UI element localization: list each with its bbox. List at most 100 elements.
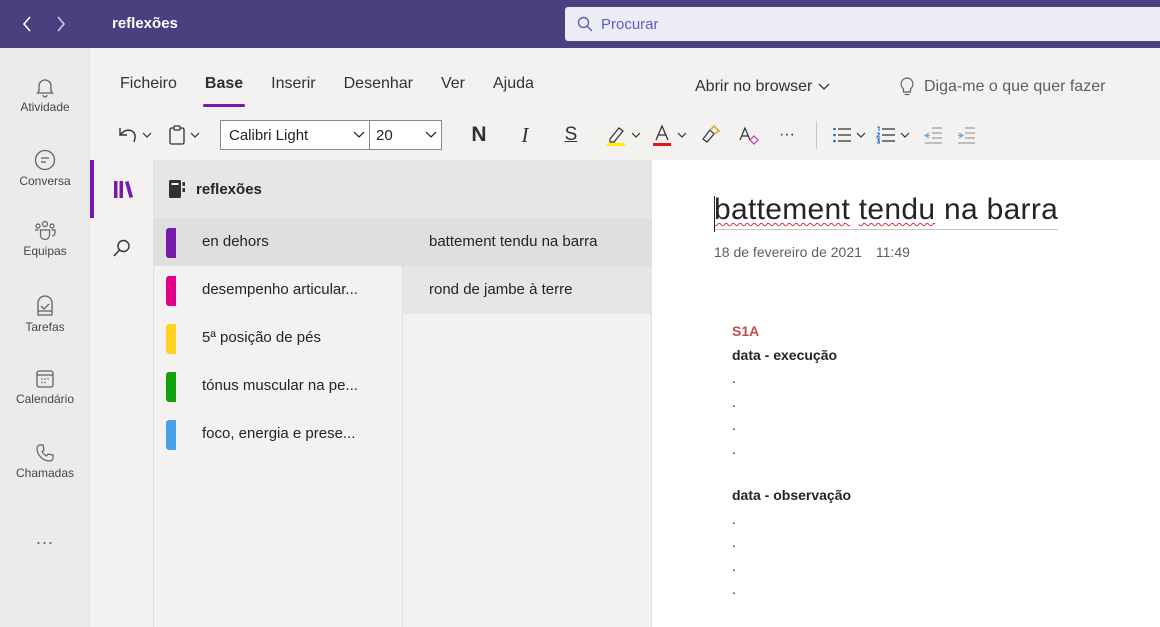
note-line: . — [732, 581, 736, 597]
font-color-icon — [653, 124, 671, 146]
increase-indent-icon — [958, 127, 975, 144]
title-rest: na barra — [935, 193, 1059, 226]
tell-me-box[interactable]: Diga-me o que quer fazer — [900, 77, 1105, 97]
note-line: . — [732, 393, 736, 410]
font-family-select[interactable]: Calibri Light — [220, 120, 370, 150]
font-color-button[interactable] — [646, 120, 692, 150]
tab-ficheiro[interactable]: Ficheiro — [120, 75, 177, 93]
format-painter-button[interactable] — [692, 120, 730, 150]
chat-icon — [34, 149, 56, 171]
note-line: . — [732, 534, 736, 550]
format-toolbar: Calibri Light 20 N I S ··· — [112, 118, 981, 152]
note-line: . — [732, 510, 736, 527]
decrease-indent-button[interactable] — [915, 120, 951, 150]
paste-button[interactable] — [158, 120, 210, 150]
clear-formatting-button[interactable] — [730, 120, 768, 150]
note-canvas[interactable]: battement tendu na barra 18 de fevereiro… — [652, 160, 1160, 627]
page-item[interactable]: rond de jambe à terre — [403, 266, 652, 314]
app-title: reflexões — [112, 15, 178, 32]
toolbar-separator — [816, 121, 817, 149]
rail-label: Chamadas — [15, 466, 75, 480]
note-blank-line — [732, 461, 851, 484]
underline-button[interactable]: S — [548, 120, 594, 150]
tab-desenhar[interactable]: Desenhar — [344, 75, 413, 93]
section-color-tab — [166, 324, 176, 354]
numbered-list-icon — [876, 126, 895, 144]
section-item[interactable]: tónus muscular na pe... — [154, 362, 403, 410]
section-label: desempenho articular... — [202, 281, 358, 298]
back-arrow-icon[interactable] — [20, 14, 34, 34]
font-size-value: 20 — [376, 126, 393, 144]
search-icon — [577, 16, 593, 32]
sections-pane: reflexões en dehors desempenho articular… — [154, 160, 652, 627]
rail-item-calendar[interactable]: Calendário — [0, 368, 90, 406]
tab-ajuda[interactable]: Ajuda — [493, 75, 534, 93]
forward-arrow-icon[interactable] — [54, 14, 68, 34]
open-in-browser-button[interactable]: Abrir no browser — [695, 78, 830, 96]
note-heading: data - observação — [732, 487, 852, 503]
highlight-button[interactable] — [600, 120, 646, 150]
font-size-select[interactable]: 20 — [370, 120, 442, 150]
title-word: battement — [714, 193, 851, 226]
search-notes-button[interactable] — [90, 228, 154, 268]
notebooks-button[interactable] — [90, 160, 154, 218]
note-line: . — [732, 440, 736, 457]
search-box[interactable]: Procurar — [565, 7, 1160, 41]
tab-ver[interactable]: Ver — [441, 75, 465, 93]
section-item[interactable]: en dehors — [154, 218, 403, 266]
rail-item-teams[interactable]: Equipas — [0, 218, 90, 258]
tab-base[interactable]: Base — [202, 75, 246, 107]
more-apps-icon[interactable]: ... — [0, 528, 90, 549]
italic-button[interactable]: I — [502, 120, 548, 150]
search-icon — [113, 239, 130, 257]
bullet-list-icon — [833, 127, 851, 143]
rail-item-calls[interactable]: Chamadas — [0, 442, 90, 480]
rail-label: Calendário — [15, 392, 75, 406]
rail-item-tasks[interactable]: Tarefas — [0, 294, 90, 334]
clear-formatting-icon — [739, 126, 759, 145]
section-item[interactable]: foco, energia e prese... — [154, 410, 403, 458]
chevron-down-icon — [818, 83, 830, 90]
bullets-button[interactable] — [827, 120, 871, 150]
chevron-down-icon — [677, 132, 687, 138]
section-label: foco, energia e prese... — [202, 425, 356, 442]
phone-icon — [36, 444, 54, 462]
numbering-button[interactable] — [871, 120, 915, 150]
rail-item-activity[interactable]: Atividade — [0, 76, 90, 114]
page-item[interactable]: battement tendu na barra — [403, 218, 652, 266]
more-options-button[interactable]: ··· — [768, 120, 806, 150]
title-bar: reflexões Procurar — [0, 0, 1160, 48]
section-item[interactable]: desempenho articular... — [154, 266, 403, 314]
format-painter-icon — [702, 125, 721, 143]
app-rail: Atividade Conversa Equipas Tarefas Calen… — [0, 48, 90, 627]
section-label: tónus muscular na pe... — [202, 377, 358, 394]
rail-item-chat[interactable]: Conversa — [0, 148, 90, 188]
pages-pane: battement tendu na barra rond de jambe à… — [403, 218, 652, 627]
title-word: tendu — [858, 193, 936, 226]
section-color-tab — [166, 372, 176, 402]
section-item[interactable]: 5ª posição de pés — [154, 314, 403, 362]
page-date-value: 18 de fevereiro de 2021 — [714, 244, 862, 260]
chevron-down-icon — [900, 132, 910, 138]
page-title[interactable]: battement tendu na barra — [714, 193, 1059, 230]
bell-icon — [36, 79, 54, 98]
chevron-down-icon — [190, 132, 200, 138]
increase-indent-button[interactable] — [951, 120, 981, 150]
note-content[interactable]: S1A data - execução . . . . data - obser… — [732, 320, 851, 602]
font-family-value: Calibri Light — [229, 126, 309, 144]
notebook-header[interactable]: reflexões — [154, 160, 652, 218]
ribbon-tabs: Ficheiro Base Inserir Desenhar Ver Ajuda — [120, 75, 562, 107]
section-label: 5ª posição de pés — [202, 329, 321, 346]
tab-inserir[interactable]: Inserir — [271, 75, 315, 93]
clipboard-icon — [169, 125, 185, 145]
undo-button[interactable] — [112, 120, 158, 150]
page-time-value: 11:49 — [875, 244, 910, 260]
section-label: en dehors — [202, 233, 269, 250]
ribbon: Ficheiro Base Inserir Desenhar Ver Ajuda… — [90, 48, 1160, 160]
calendar-icon — [36, 370, 54, 388]
notebook-name: reflexões — [196, 180, 262, 198]
note-line: . — [732, 417, 736, 433]
note-line: . — [732, 557, 736, 574]
chevron-down-icon — [353, 131, 365, 138]
bold-button[interactable]: N — [456, 120, 502, 150]
